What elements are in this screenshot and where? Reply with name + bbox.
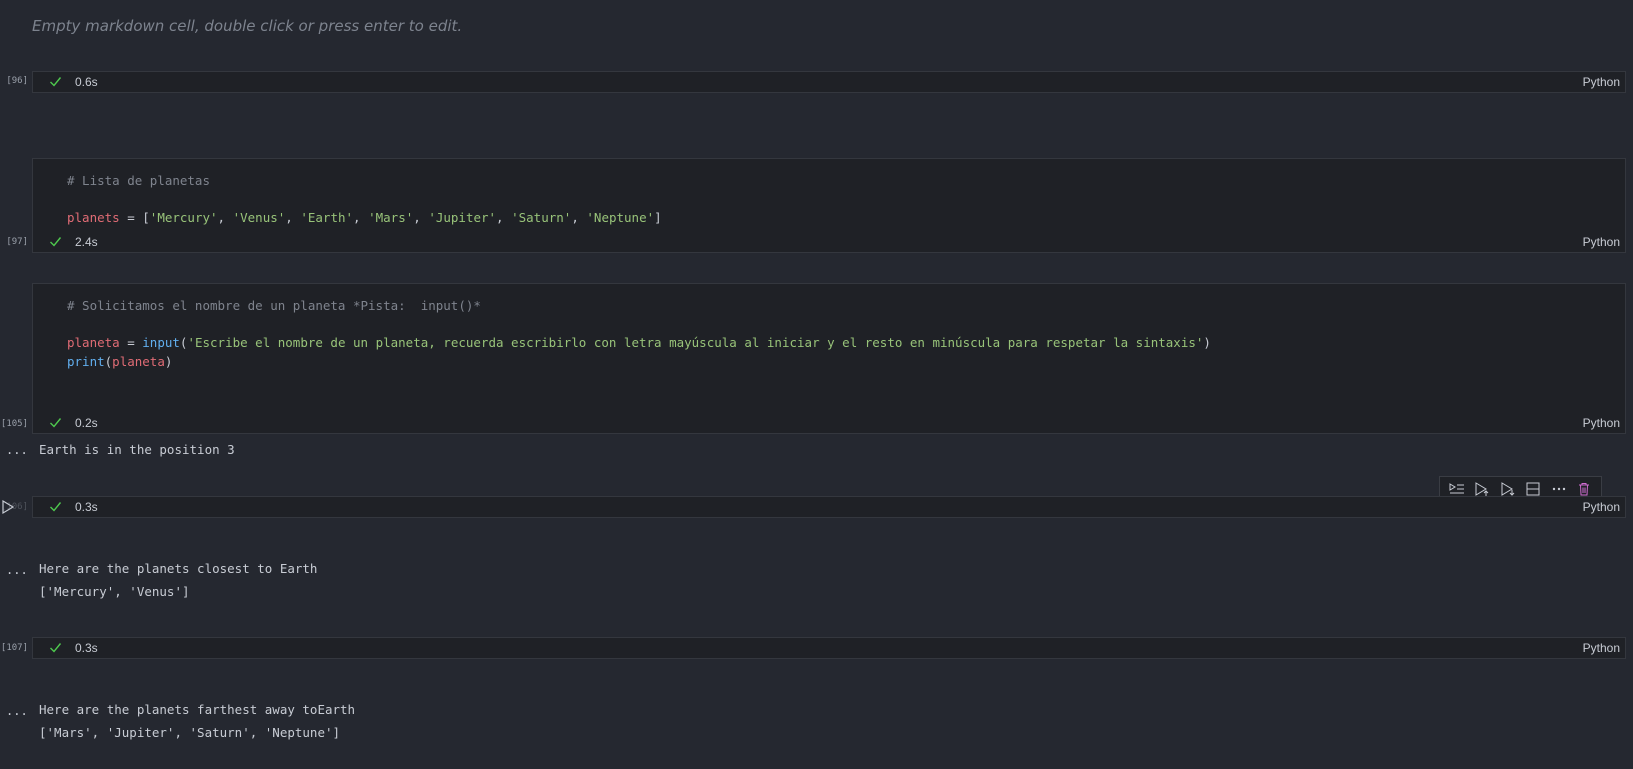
code-line[interactable]: print(planeta) <box>67 352 172 371</box>
cell-output: ['Mars', 'Jupiter', 'Saturn', 'Neptune'] <box>39 725 341 740</box>
code-cell-105[interactable]: # Solicitamos el nombre de un planeta *P… <box>32 283 1626 434</box>
code-separator: , <box>413 210 429 225</box>
code-variable: planeta <box>112 354 165 369</box>
execution-duration: 2.4s <box>75 235 98 249</box>
execution-count: [105] <box>0 419 28 429</box>
code-string: 'Earth' <box>300 210 354 225</box>
code-operator: ) <box>164 354 173 369</box>
code-comment: # Lista de planetas <box>67 173 210 188</box>
execution-duration: 0.3s <box>75 641 98 655</box>
code-separator: , <box>571 210 587 225</box>
execution-duration: 0.6s <box>75 75 98 89</box>
code-line[interactable]: # Lista de planetas <box>67 171 210 190</box>
language-selector[interactable]: Python <box>1583 75 1620 89</box>
code-operator: = <box>119 335 143 350</box>
cell-status-bar: 0.3s Python <box>33 497 1625 517</box>
code-string: 'Venus' <box>232 210 286 225</box>
code-line[interactable]: # Solicitamos el nombre de un planeta *P… <box>67 296 481 315</box>
code-string: 'Jupiter' <box>428 210 497 225</box>
output-more-icon[interactable]: ... <box>6 443 28 457</box>
language-selector[interactable]: Python <box>1583 235 1620 249</box>
execution-duration: 0.3s <box>75 500 98 514</box>
output-more-icon[interactable]: ... <box>6 563 28 577</box>
code-separator: , <box>285 210 301 225</box>
cell-status-bar: 0.6s Python <box>33 72 1625 92</box>
check-icon <box>50 77 62 87</box>
execution-count: [97] <box>6 237 28 247</box>
code-string: 'Mercury' <box>149 210 218 225</box>
cell-status-bar: 0.2s Python <box>33 413 1625 433</box>
language-selector[interactable]: Python <box>1583 500 1620 514</box>
cell-status-bar: 0.3s Python <box>33 638 1625 658</box>
execution-duration: 0.2s <box>75 416 98 430</box>
execution-count: [107] <box>0 643 28 653</box>
check-icon <box>50 502 62 512</box>
code-cell-96[interactable]: 0.6s Python <box>32 71 1626 93</box>
code-operator: ] <box>654 210 662 225</box>
cell-status-bar: 2.4s Python <box>33 232 1625 252</box>
language-selector[interactable]: Python <box>1583 641 1620 655</box>
output-more-icon[interactable]: ... <box>6 704 28 718</box>
code-comment: # Solicitamos el nombre de un planeta *P… <box>67 298 481 313</box>
code-cell-106[interactable]: 0.3s Python <box>32 496 1626 518</box>
code-operator: ) <box>1203 335 1211 350</box>
code-line[interactable]: planets = ['Mercury', 'Venus', 'Earth', … <box>67 208 662 227</box>
code-separator: , <box>217 210 233 225</box>
code-string: 'Escribe el nombre de un planeta, recuer… <box>187 335 1204 350</box>
code-operator: = [ <box>119 210 150 225</box>
cell-output: Here are the planets closest to Earth <box>39 561 318 576</box>
code-string: 'Saturn' <box>511 210 572 225</box>
cell-output: Earth is in the position 3 <box>39 442 235 457</box>
code-separator: , <box>353 210 369 225</box>
check-icon <box>50 643 62 653</box>
language-selector[interactable]: Python <box>1583 416 1620 430</box>
markdown-cell-placeholder[interactable]: Empty markdown cell, double click or pre… <box>32 17 462 35</box>
code-separator: , <box>496 210 512 225</box>
execution-count: [106] <box>0 502 28 512</box>
code-string: 'Mars' <box>368 210 414 225</box>
code-line[interactable]: planeta = input('Escribe el nombre de un… <box>67 333 1211 352</box>
code-variable: planets <box>67 210 120 225</box>
code-cell-107[interactable]: 0.3s Python <box>32 637 1626 659</box>
execution-count: [96] <box>6 76 28 86</box>
code-string: 'Neptune' <box>586 210 655 225</box>
check-icon <box>50 418 62 428</box>
code-cell-97[interactable]: # Lista de planetas planets = ['Mercury'… <box>32 158 1626 253</box>
code-function: print <box>67 354 105 369</box>
check-icon <box>50 237 62 247</box>
cell-output: ['Mercury', 'Venus'] <box>39 584 190 599</box>
code-function: input <box>142 335 180 350</box>
code-variable: planeta <box>67 335 120 350</box>
cell-output: Here are the planets farthest away toEar… <box>39 702 356 717</box>
